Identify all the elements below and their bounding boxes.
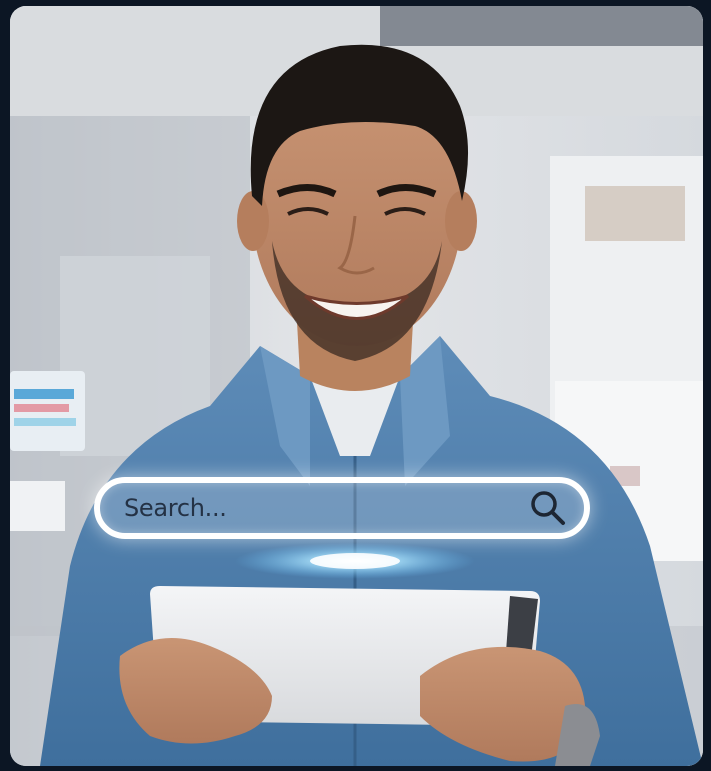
photo-frame: Search...: [10, 6, 703, 766]
search-bar[interactable]: Search...: [94, 477, 590, 539]
magnifier-icon[interactable]: [528, 488, 568, 528]
search-placeholder: Search...: [124, 494, 227, 522]
photo-scene: [10, 6, 703, 766]
